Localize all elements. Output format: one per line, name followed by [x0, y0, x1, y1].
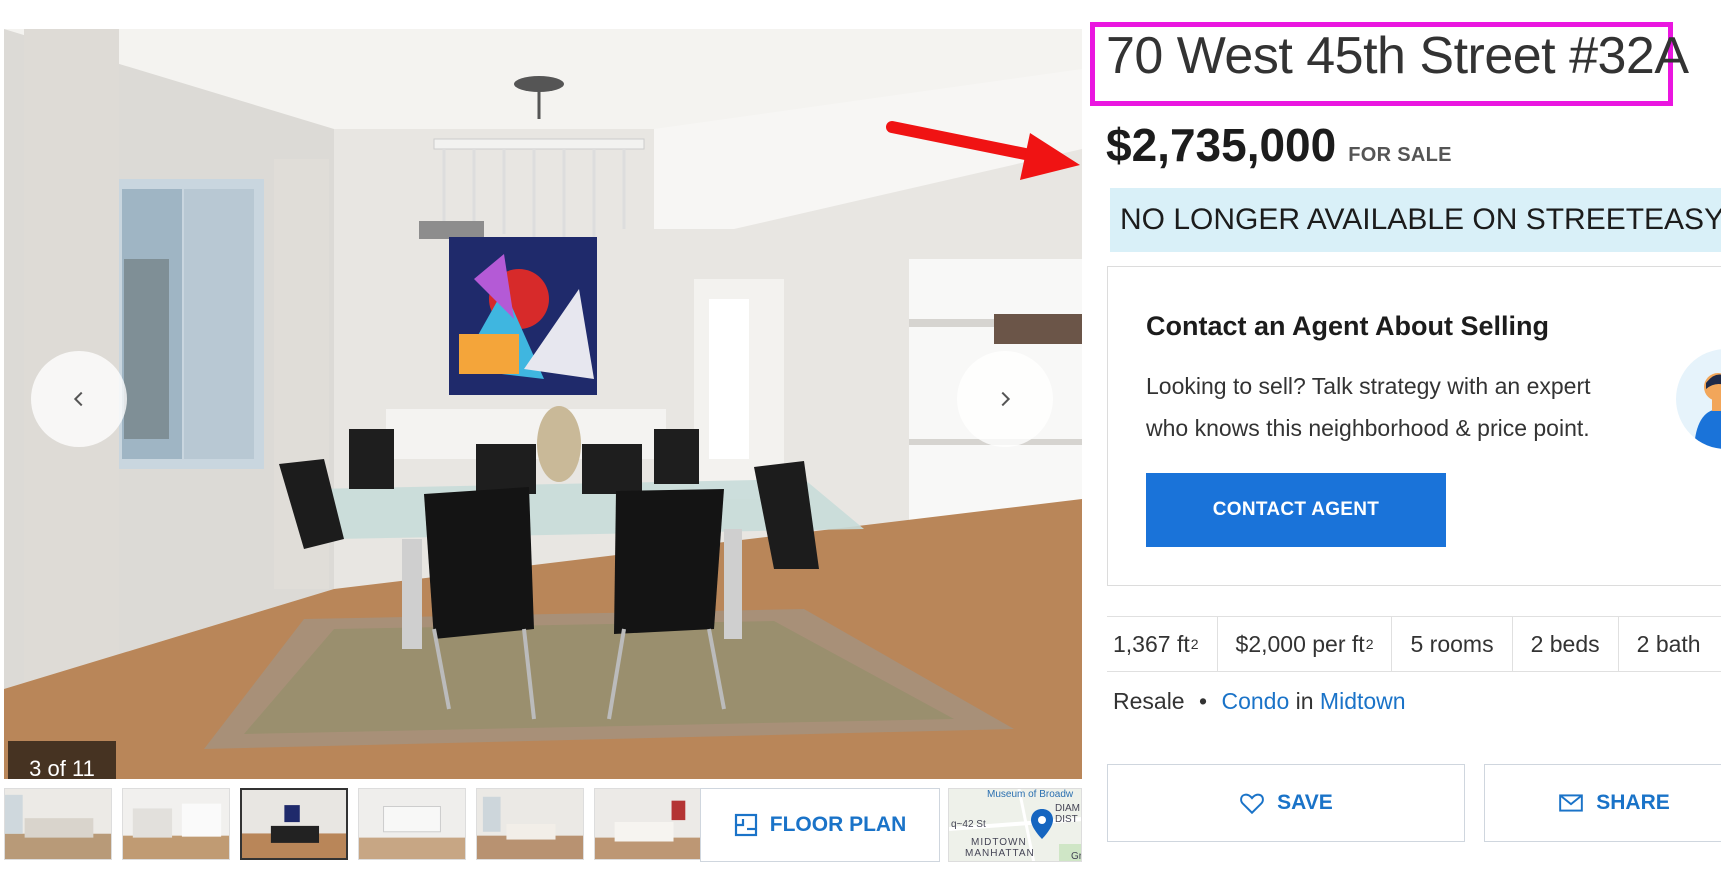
neighborhood-link[interactable]: Midtown: [1320, 688, 1406, 714]
meta-in-word: in: [1295, 688, 1314, 714]
listing-stats: 1,367 ft 2 $2,000 per ft 2 5 rooms 2 beds …: [1107, 616, 1721, 672]
price-row: $2,735,000 FOR SALE: [1106, 118, 1452, 172]
meta-separator: •: [1199, 688, 1208, 714]
floor-plan-button[interactable]: FLOOR PLAN: [700, 788, 940, 862]
share-label: SHARE: [1596, 791, 1670, 814]
thumbnail[interactable]: [594, 788, 702, 860]
floor-plan-icon: [734, 813, 757, 837]
availability-banner: NO LONGER AVAILABLE ON STREETEASY AB: [1110, 188, 1721, 252]
agent-card-description: Looking to sell? Talk strategy with an e…: [1146, 373, 1591, 441]
thumbnail[interactable]: [476, 788, 584, 860]
listing-price: $2,735,000: [1106, 119, 1337, 171]
previous-photo-button[interactable]: [31, 351, 127, 447]
map-label-area-1: MIDTOWN: [971, 837, 1027, 848]
map-thumbnail[interactable]: Museum of Broadw DIAM DIST q~42 St MIDTO…: [948, 788, 1082, 862]
chevron-left-icon: [73, 391, 83, 407]
stat-area: 1,367 ft 2: [1107, 616, 1218, 672]
stat-beds: 2 beds: [1513, 616, 1619, 672]
map-label-area-2: MANHATTAN: [965, 848, 1035, 859]
stat-rooms: 5 rooms: [1392, 616, 1513, 672]
building-type-link[interactable]: Condo: [1221, 688, 1289, 714]
save-label: SAVE: [1277, 791, 1333, 814]
agent-card: Contact an Agent About Selling Looking t…: [1107, 266, 1721, 586]
map-label-street: q~42 St: [951, 819, 986, 830]
thumbnail[interactable]: [4, 788, 112, 860]
agent-illustration: [1676, 349, 1721, 449]
heart-icon: [1240, 793, 1265, 815]
map-label-edge: Gr: [1071, 851, 1082, 862]
availability-text: NO LONGER AVAILABLE ON STREETEASY: [1120, 203, 1721, 236]
chevron-right-icon: [1001, 391, 1011, 407]
map-label-district-1: DIAM: [1055, 803, 1080, 814]
thumbnail-active[interactable]: [240, 788, 348, 860]
sale-type: Resale: [1113, 688, 1185, 714]
next-photo-button[interactable]: [957, 351, 1053, 447]
photo-counter: 3 of 11: [8, 741, 116, 779]
save-button[interactable]: SAVE: [1107, 764, 1465, 842]
annotation-arrow: [886, 121, 1080, 180]
map-label-museum: Museum of Broadw: [987, 789, 1074, 800]
listing-status: FOR SALE: [1348, 144, 1452, 166]
thumbnail[interactable]: [358, 788, 466, 860]
stat-baths: 2 bath: [1636, 630, 1701, 657]
thumbnail-strip: FLOOR PLAN Museum of Broadw DIAM DIST q~…: [4, 788, 1082, 862]
contact-agent-button[interactable]: CONTACT AGENT: [1146, 473, 1446, 547]
listing-address: 70 West 45th Street #32A: [1106, 27, 1689, 85]
share-button[interactable]: SHARE: [1484, 764, 1721, 842]
stat-price-per-sqft: $2,000 per ft 2: [1218, 616, 1393, 672]
listing-meta: Resale • Condo in Midtown: [1113, 688, 1406, 715]
agent-card-title: Contact an Agent About Selling: [1146, 311, 1549, 341]
floor-plan-label: FLOOR PLAN: [769, 813, 907, 836]
envelope-icon: [1559, 794, 1584, 812]
agent-person-icon: [1694, 373, 1721, 449]
map-label-district-2: DIST: [1055, 814, 1078, 825]
thumbnail[interactable]: [122, 788, 230, 860]
map-pin-icon: [1031, 809, 1053, 839]
